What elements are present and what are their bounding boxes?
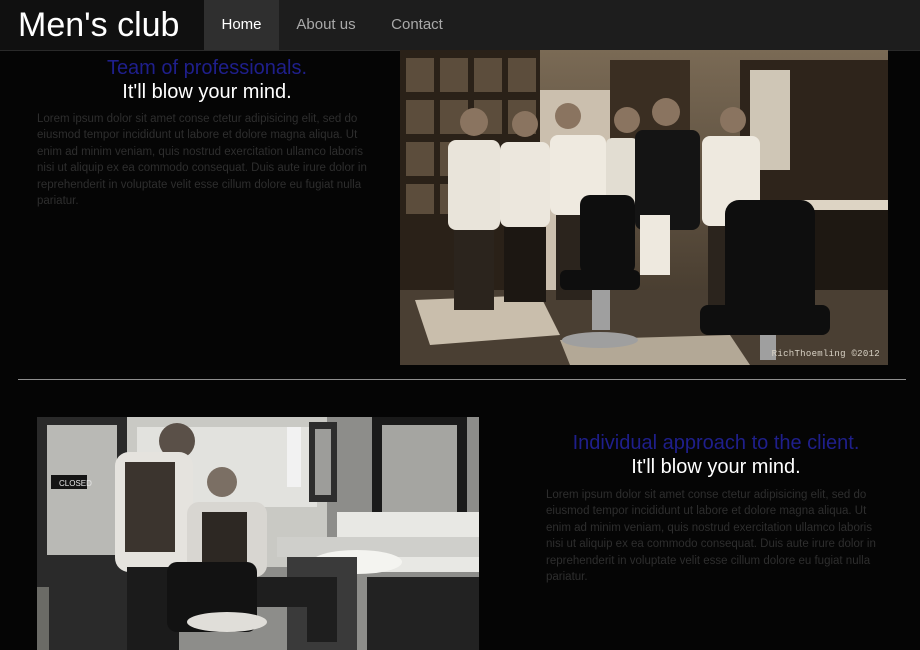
barber-at-work-image: CLOSED (37, 417, 479, 650)
barber-client-photo: CLOSED (37, 417, 479, 650)
top-navbar: Men's club Home About us Contact (0, 0, 920, 51)
section-approach-heading: Individual approach to the client. It'll… (546, 432, 886, 479)
section-approach-tagline: It'll blow your mind. (631, 456, 801, 478)
section-team-body: Lorem ipsum dolor sit amet conse ctetur … (37, 113, 367, 208)
closed-sign-text: CLOSED (59, 479, 92, 488)
section-team-heading: Team of professionals. It'll blow your m… (37, 57, 377, 104)
nav-contact[interactable]: Contact (373, 0, 461, 50)
section-team-accent: Team of professionals. (106, 57, 308, 79)
team-photo: RichThoemling ©2012 (400, 50, 888, 365)
barbershop-team-image (400, 50, 888, 365)
section-divider (18, 379, 906, 380)
brand-logo-link[interactable]: Men's club (0, 0, 204, 50)
photo-credit: RichThoemling ©2012 (771, 349, 880, 359)
section-approach-body: Lorem ipsum dolor sit amet conse ctetur … (546, 489, 876, 584)
section-team-tagline: It'll blow your mind. (122, 81, 292, 103)
section-approach-accent: Individual approach to the client. (572, 432, 860, 454)
nav-home[interactable]: Home (204, 0, 279, 50)
nav-about-us[interactable]: About us (279, 0, 373, 50)
